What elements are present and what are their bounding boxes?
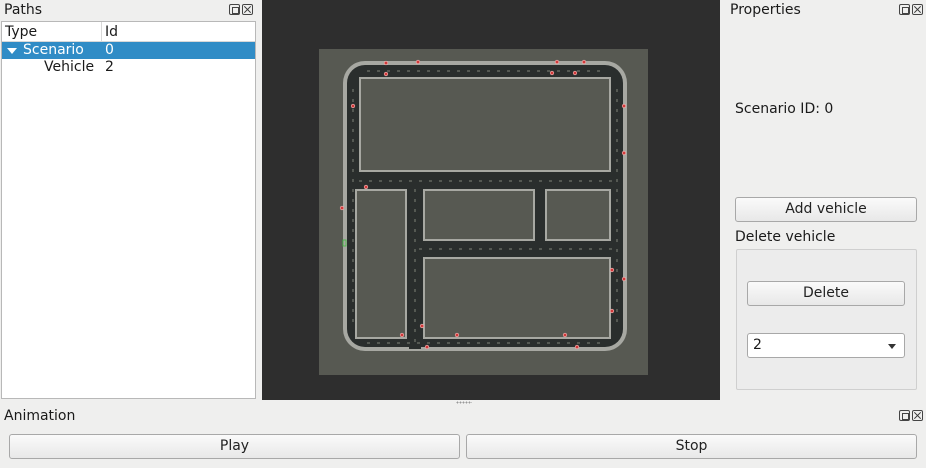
inner-road-v1: [409, 179, 421, 349]
close-icon[interactable]: [242, 4, 253, 15]
vehicle-marker: [350, 103, 356, 109]
tree-header: Type Id: [2, 22, 255, 42]
tree-row-type: Scenario: [23, 42, 84, 58]
tree-row-id: 0: [105, 42, 114, 58]
vehicle-marker: [562, 332, 568, 338]
vehicle-marker: [609, 308, 615, 314]
scenario-id-label: Scenario ID: 0: [735, 101, 834, 117]
play-button[interactable]: Play: [9, 434, 460, 459]
vehicle-marker: [399, 332, 405, 338]
add-vehicle-button[interactable]: Add vehicle: [735, 197, 917, 222]
vehicle-marker: [419, 323, 425, 329]
vehicle-marker: [572, 70, 578, 76]
block-top: [361, 79, 609, 170]
delete-vehicle-group: [736, 249, 917, 390]
float-icon[interactable]: [229, 4, 240, 15]
block-right: [547, 191, 609, 239]
tree-row-id: 2: [105, 59, 114, 75]
triangle-down-icon[interactable]: [7, 47, 17, 54]
vehicle-marker: [621, 103, 627, 109]
stop-button[interactable]: Stop: [466, 434, 917, 459]
column-header-id[interactable]: Id: [102, 22, 118, 41]
vehicle-select-value: 2: [753, 337, 762, 353]
tree-row-scenario[interactable]: Scenario 0: [2, 42, 255, 59]
inner-road-v2: [537, 179, 545, 254]
block-center: [425, 191, 533, 239]
vehicle-select[interactable]: 2: [747, 333, 905, 358]
close-icon[interactable]: [912, 410, 923, 421]
properties-dock-buttons: [899, 4, 923, 15]
block-left: [357, 191, 405, 337]
paths-tree[interactable]: Type Id Scenario 0 Vehicle 2: [1, 21, 256, 399]
chevron-down-icon: [888, 344, 896, 349]
float-icon[interactable]: [899, 410, 910, 421]
animation-dock-title: Animation: [4, 408, 76, 424]
vehicle-marker: [549, 70, 555, 76]
vehicle-marker: [621, 150, 627, 156]
block-bottom: [425, 259, 609, 337]
vehicle-marker: [581, 59, 587, 65]
vehicle-marker: [454, 332, 460, 338]
vehicle-marker: [609, 267, 615, 273]
paths-dock-buttons: [229, 4, 253, 15]
vehicle-marker: [574, 344, 580, 350]
vehicle-marker: [339, 205, 345, 211]
tree-row-vehicle[interactable]: Vehicle 2: [2, 59, 255, 76]
vehicle-marker: [383, 71, 389, 77]
delete-button[interactable]: Delete: [747, 281, 905, 306]
properties-dock-title: Properties: [730, 2, 801, 18]
vehicle-marker: [554, 59, 560, 65]
delete-vehicle-group-label: Delete vehicle: [735, 229, 836, 245]
road-map: [319, 49, 648, 375]
tree-row-type: Vehicle: [44, 59, 95, 75]
vehicle-marker: [363, 184, 369, 190]
vehicle-marker: [621, 276, 627, 282]
animation-dock-buttons: [899, 410, 923, 421]
vehicle-marker: [424, 344, 430, 350]
vehicle-marker: [415, 59, 421, 65]
simulation-viewport[interactable]: [262, 0, 720, 400]
float-icon[interactable]: [899, 4, 910, 15]
paths-dock-title: Paths: [4, 2, 43, 18]
vehicle-marker: [383, 60, 389, 66]
close-icon[interactable]: [912, 4, 923, 15]
column-header-type[interactable]: Type: [2, 22, 102, 41]
